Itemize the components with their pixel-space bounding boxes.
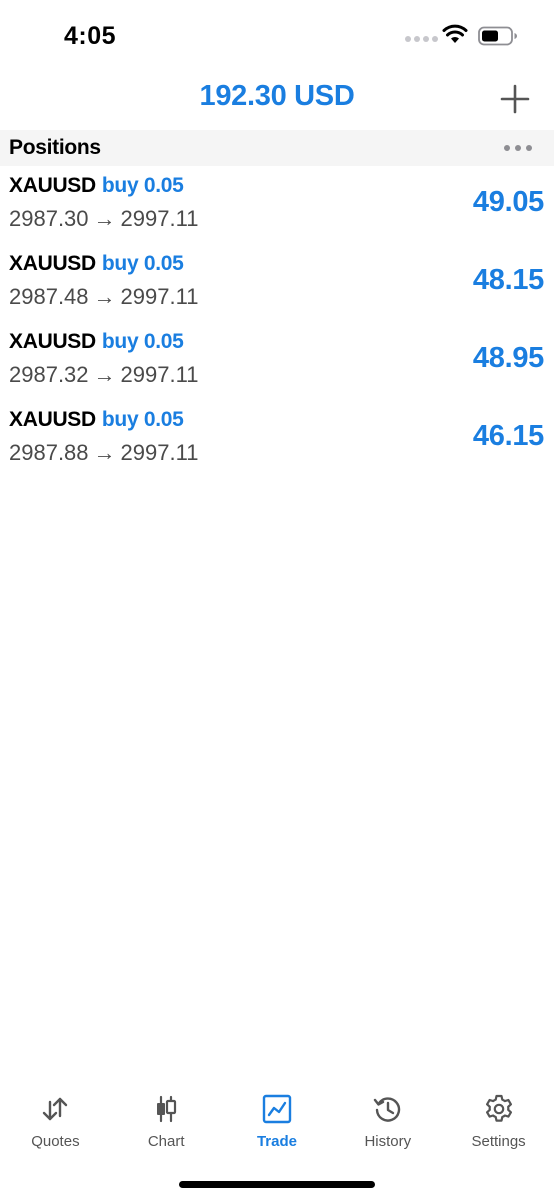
arrow-right-icon: → xyxy=(93,362,116,387)
more-options-button[interactable] xyxy=(504,140,538,156)
status-time: 4:05 xyxy=(64,22,117,50)
arrow-right-icon: → xyxy=(93,284,116,309)
positions-section-header: Positions xyxy=(0,130,554,166)
status-bar: 4:05 xyxy=(0,0,554,70)
positions-list: XAUUSD buy 0.05 2987.30 → 2997.11 49.05 XAU… xyxy=(0,166,554,478)
more-dots-icon xyxy=(504,145,510,151)
open-price: 2987.30 xyxy=(9,206,89,231)
tab-label: Trade xyxy=(256,1133,297,1150)
cellular-signal-icon xyxy=(405,36,438,42)
open-price: 2987.88 xyxy=(9,440,89,465)
gear-icon xyxy=(485,1094,512,1122)
tab-quotes[interactable]: Quotes xyxy=(0,1085,111,1157)
position-profit: 46.15 xyxy=(472,420,544,452)
battery-icon xyxy=(478,26,517,46)
current-price: 2997.11 xyxy=(120,440,199,465)
current-price: 2997.11 xyxy=(120,284,199,309)
plus-icon xyxy=(500,84,530,114)
open-price: 2987.32 xyxy=(9,362,89,387)
position-row[interactable]: XAUUSD buy 0.05 2987.48 → 2997.11 48.15 xyxy=(0,244,554,322)
wifi-icon xyxy=(442,24,468,43)
section-title: Positions xyxy=(9,136,101,159)
account-balance: 192.30 USD xyxy=(199,80,355,112)
arrow-right-icon: → xyxy=(93,440,116,465)
arrow-right-icon: → xyxy=(93,206,116,231)
tab-label: Settings xyxy=(471,1133,526,1150)
current-price: 2997.11 xyxy=(120,362,199,387)
candlestick-icon xyxy=(157,1095,177,1123)
position-profit: 49.05 xyxy=(472,186,544,218)
tab-chart[interactable]: Chart xyxy=(111,1085,222,1157)
tab-bar: Quotes Chart Trade History Settings xyxy=(0,1085,554,1157)
position-row[interactable]: XAUUSD buy 0.05 2987.30 → 2997.11 49.05 xyxy=(0,166,554,244)
quotes-arrows-icon xyxy=(43,1097,68,1121)
position-side-volume: buy 0.05 xyxy=(101,252,184,275)
position-symbol: XAUUSD xyxy=(9,408,96,431)
position-side-volume: buy 0.05 xyxy=(101,330,184,353)
position-symbol: XAUUSD xyxy=(9,174,96,197)
position-row[interactable]: XAUUSD buy 0.05 2987.88 → 2997.11 46.15 xyxy=(0,400,554,478)
tab-trade[interactable]: Trade xyxy=(222,1085,333,1157)
current-price: 2997.11 xyxy=(120,206,199,231)
open-price: 2987.48 xyxy=(9,284,89,309)
position-side-volume: buy 0.05 xyxy=(101,408,184,431)
tab-label: Quotes xyxy=(31,1133,80,1150)
nav-bar: 192.30 USD xyxy=(0,70,554,128)
tab-settings[interactable]: Settings xyxy=(443,1085,554,1157)
tab-label: History xyxy=(364,1133,412,1150)
home-indicator xyxy=(179,1181,375,1188)
add-order-button[interactable] xyxy=(500,84,530,114)
position-profit: 48.15 xyxy=(472,264,544,296)
tab-history[interactable]: History xyxy=(332,1085,443,1157)
position-profit: 48.95 xyxy=(472,342,544,374)
trade-chart-icon xyxy=(262,1094,292,1124)
tab-label: Chart xyxy=(147,1133,185,1150)
position-symbol: XAUUSD xyxy=(9,330,96,353)
position-symbol: XAUUSD xyxy=(9,252,96,275)
history-clock-icon xyxy=(373,1097,400,1122)
position-row[interactable]: XAUUSD buy 0.05 2987.32 → 2997.11 48.95 xyxy=(0,322,554,400)
position-side-volume: buy 0.05 xyxy=(101,174,184,197)
